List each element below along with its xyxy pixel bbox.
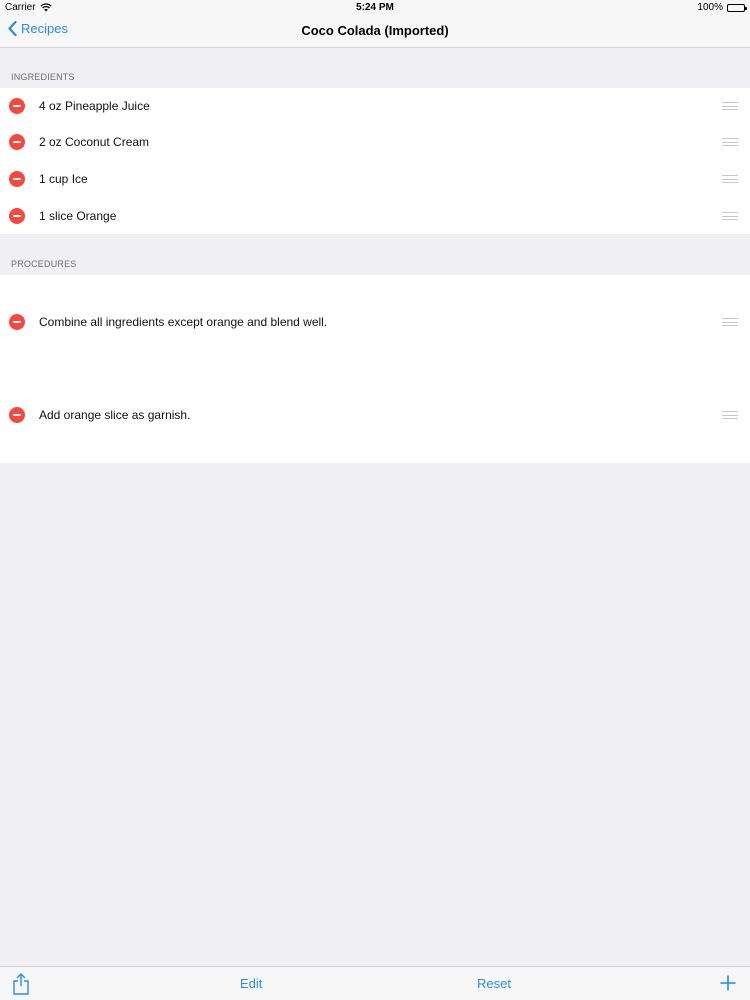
- status-bar: Carrier 5:24 PM 100%: [0, 0, 750, 14]
- share-icon[interactable]: [12, 973, 30, 995]
- ingredient-row[interactable]: 2 oz Coconut Cream: [0, 124, 750, 160]
- delete-icon[interactable]: [9, 134, 25, 150]
- delete-icon[interactable]: [9, 407, 25, 423]
- battery-percent: 100%: [697, 2, 723, 13]
- procedure-text: Combine all ingredients except orange an…: [39, 315, 328, 329]
- delete-icon[interactable]: [9, 98, 25, 114]
- procedure-text: Add orange slice as garnish.: [39, 408, 191, 422]
- recipe-detail-screen: Carrier 5:24 PM 100% Recipes Coco Colada…: [0, 0, 750, 1000]
- procedures-list: Combine all ingredients except orange an…: [0, 275, 750, 463]
- battery-icon: [727, 3, 747, 12]
- plus-icon[interactable]: [720, 975, 736, 991]
- navigation-bar: Recipes Coco Colada (Imported): [0, 14, 750, 48]
- delete-icon[interactable]: [9, 171, 25, 187]
- delete-icon[interactable]: [9, 208, 25, 224]
- reorder-handle-icon[interactable]: [722, 212, 738, 220]
- reset-button[interactable]: Reset: [477, 976, 511, 991]
- ingredients-list: 4 oz Pineapple Juice 2 oz Coconut Cream …: [0, 88, 750, 234]
- procedure-row[interactable]: Combine all ingredients except orange an…: [0, 304, 750, 340]
- ingredient-row[interactable]: 1 slice Orange: [0, 198, 750, 234]
- section-header-procedures: PROCEDURES: [11, 259, 77, 269]
- ingredient-text: 1 cup Ice: [39, 172, 88, 186]
- status-time: 5:24 PM: [356, 2, 394, 13]
- section-header-ingredients: INGREDIENTS: [11, 72, 75, 82]
- ingredient-text: 4 oz Pineapple Juice: [39, 99, 150, 113]
- reorder-handle-icon[interactable]: [722, 175, 738, 183]
- ingredient-row[interactable]: 1 cup Ice: [0, 161, 750, 197]
- reorder-handle-icon[interactable]: [722, 411, 738, 419]
- bottom-toolbar: Edit Reset: [0, 966, 750, 1000]
- procedure-row[interactable]: Add orange slice as garnish.: [0, 397, 750, 433]
- edit-button[interactable]: Edit: [240, 976, 262, 991]
- ingredient-row[interactable]: 4 oz Pineapple Juice: [0, 88, 750, 124]
- ingredient-text: 1 slice Orange: [39, 209, 117, 223]
- status-battery: 100%: [697, 2, 747, 13]
- reorder-handle-icon[interactable]: [722, 102, 738, 110]
- reorder-handle-icon[interactable]: [722, 318, 738, 326]
- reorder-handle-icon[interactable]: [722, 138, 738, 146]
- ingredient-text: 2 oz Coconut Cream: [39, 135, 150, 149]
- page-title: Coco Colada (Imported): [301, 23, 449, 38]
- delete-icon[interactable]: [9, 314, 25, 330]
